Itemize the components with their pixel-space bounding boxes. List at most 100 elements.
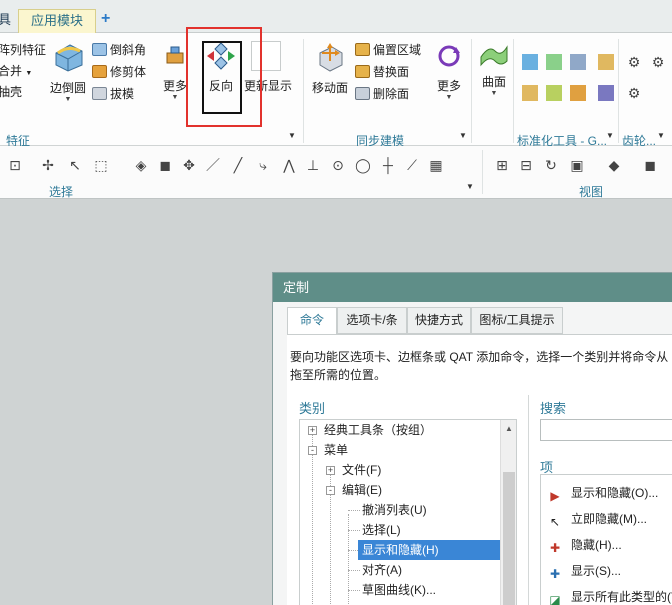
- center-point-icon[interactable]: ⊙: [330, 157, 346, 173]
- point-on-curve-icon[interactable]: ⟋: [404, 157, 420, 173]
- list-item[interactable]: ▶ 显示和隐藏(O)...: [547, 483, 658, 503]
- std-tool-icon[interactable]: [570, 85, 586, 101]
- select-group-label: 选择: [49, 185, 74, 199]
- tree-node-align[interactable]: 对齐(A): [362, 560, 402, 580]
- unite-label: 合并: [0, 64, 23, 78]
- tab-commands[interactable]: 命令: [287, 307, 337, 335]
- list-item[interactable]: ✚ 隐藏(H)...: [547, 535, 622, 555]
- tree-node-select[interactable]: 选择(L): [362, 520, 401, 540]
- dialog-description-line2: 拖至所需的位置。: [290, 368, 387, 382]
- surface-button[interactable]: 曲面 ▼: [477, 41, 511, 98]
- replace-face-button[interactable]: 替换面: [355, 63, 409, 81]
- group-separator: [513, 39, 514, 143]
- zoom-icon[interactable]: ⊟: [518, 157, 534, 173]
- unite-button[interactable]: 合并 ▼: [0, 62, 32, 80]
- tree-expand-icon[interactable]: +: [308, 426, 317, 435]
- tree-node-sketch-curve[interactable]: 草图曲线(K)...: [362, 580, 436, 600]
- list-item[interactable]: ↖ 立即隐藏(M)...: [547, 509, 647, 529]
- rotate-icon[interactable]: ↻: [543, 157, 559, 173]
- sync-more-icon: [436, 41, 462, 71]
- tree-expand-icon[interactable]: +: [326, 466, 335, 475]
- tree-node-classic-toolbars[interactable]: 经典工具条（按组）: [324, 420, 432, 440]
- show-hide-icon: ▶: [550, 489, 560, 503]
- curve-icon[interactable]: ⤷: [255, 157, 271, 173]
- tree-node-undo-list[interactable]: 撤消列表(U): [362, 500, 427, 520]
- delete-face-button[interactable]: 删除面: [355, 85, 409, 103]
- shaded-cube-icon[interactable]: ◼: [642, 157, 658, 173]
- select-arrow-icon[interactable]: ↖: [67, 157, 83, 173]
- group-separator: [471, 39, 472, 143]
- gear-group-expand-icon[interactable]: ▼: [657, 131, 665, 140]
- replace-face-icon: [355, 65, 370, 78]
- rect-select-icon[interactable]: ⬚: [93, 157, 109, 173]
- vertex-filter-icon[interactable]: ✥: [181, 157, 197, 173]
- std-group-expand-icon[interactable]: ▼: [606, 131, 614, 140]
- shell-label: 抽壳: [0, 85, 23, 99]
- quadrant-point-icon[interactable]: ◯: [355, 157, 371, 173]
- scroll-thumb[interactable]: [503, 472, 515, 605]
- category-tree[interactable]: + 经典工具条（按组） - 菜单 + 文件(F) - 编辑(E) 撤消列表(U)…: [299, 419, 517, 605]
- delete-face-icon: [355, 87, 370, 100]
- orient-view-icon[interactable]: ▣: [569, 157, 585, 173]
- list-item[interactable]: ◪ 显示所有此类型的(T): [547, 587, 672, 605]
- std-tool-icon[interactable]: [522, 85, 538, 101]
- solid-body-icon[interactable]: ◈: [133, 157, 149, 173]
- pattern-feature-button[interactable]: 阵列特征: [0, 41, 46, 59]
- std-tool-icon[interactable]: [546, 85, 562, 101]
- sync-more-label: 更多: [436, 79, 461, 93]
- diagonal-line-icon[interactable]: ╱: [230, 157, 246, 173]
- sync-group-expand-icon[interactable]: ▼: [459, 131, 467, 140]
- tab-ribbon-bars[interactable]: 选项卡/条: [337, 307, 407, 334]
- grid-icon[interactable]: ▦: [428, 157, 444, 173]
- cube-icon[interactable]: ◼: [157, 157, 173, 173]
- snap-point-icon[interactable]: ✢: [40, 157, 56, 173]
- tree-collapse-icon[interactable]: -: [326, 486, 335, 495]
- polyline-icon[interactable]: ⋀: [281, 157, 297, 173]
- chamfer-button[interactable]: 倒斜角: [92, 41, 146, 59]
- std-tool-icon[interactable]: [598, 54, 614, 70]
- edge-blend-button[interactable]: 边倒圆 ▼: [48, 41, 88, 104]
- std-tool-icon[interactable]: [546, 54, 562, 70]
- tree-node-file[interactable]: 文件(F): [342, 460, 381, 480]
- search-input[interactable]: [540, 419, 672, 441]
- type-filter-icon[interactable]: ⊡: [7, 157, 23, 173]
- show-all-type-icon: ◪: [549, 593, 561, 605]
- tab-shortcuts[interactable]: 快捷方式: [407, 307, 471, 334]
- tree-node-show-hide[interactable]: 显示和隐藏(H): [358, 540, 500, 560]
- offset-region-button[interactable]: 偏置区域: [355, 41, 421, 59]
- add-tab-button[interactable]: +: [101, 9, 110, 33]
- draft-button[interactable]: 拔模: [92, 85, 134, 103]
- tab-previous[interactable]: 具: [0, 9, 11, 33]
- tree-node-menu[interactable]: 菜单: [324, 440, 348, 460]
- list-item[interactable]: ✚ 显示(S)...: [547, 561, 621, 581]
- render-style-icon[interactable]: ◆: [606, 157, 622, 173]
- item-label: 隐藏(H)...: [571, 538, 622, 552]
- shell-button[interactable]: 抽壳: [0, 83, 22, 101]
- gear-tool-icon[interactable]: ⚙: [626, 54, 642, 70]
- gear-tool-icon[interactable]: ⚙: [650, 54, 666, 70]
- gear-tool-icon[interactable]: ⚙: [626, 85, 642, 101]
- fit-view-icon[interactable]: ⊞: [494, 157, 510, 173]
- tree-node-edit[interactable]: 编辑(E): [342, 480, 382, 500]
- view-group-label: 视图: [579, 185, 604, 199]
- line-icon[interactable]: ／: [205, 157, 221, 173]
- std-tool-icon[interactable]: [598, 85, 614, 101]
- sync-more-button[interactable]: 更多 ▼: [432, 41, 466, 102]
- move-face-button[interactable]: 移动面: [311, 41, 349, 96]
- tree-collapse-icon[interactable]: -: [308, 446, 317, 455]
- tree-scrollbar[interactable]: ▲: [500, 420, 516, 605]
- tab-icons-tooltips[interactable]: 图标/工具提示: [471, 307, 563, 334]
- crosshair-icon[interactable]: ┼: [380, 157, 396, 173]
- std-tool-icon[interactable]: [522, 54, 538, 70]
- feature-group-expand-icon[interactable]: ▼: [288, 131, 296, 140]
- select-group-expand-icon[interactable]: ▼: [466, 182, 474, 191]
- command-items-list[interactable]: ▶ 显示和隐藏(O)... ↖ 立即隐藏(M)... ✚ 隐藏(H)... ✚ 显示(S…: [540, 474, 672, 605]
- more-icon: [164, 41, 186, 71]
- intersection-icon[interactable]: ⊥: [305, 157, 321, 173]
- std-tool-icon[interactable]: [570, 54, 586, 70]
- move-face-label: 移动面: [311, 81, 348, 95]
- tab-application[interactable]: 应用模块: [18, 9, 96, 33]
- scroll-up-icon[interactable]: ▲: [505, 424, 513, 433]
- delete-face-label: 删除面: [373, 87, 410, 101]
- trim-body-button[interactable]: 修剪体: [92, 63, 146, 81]
